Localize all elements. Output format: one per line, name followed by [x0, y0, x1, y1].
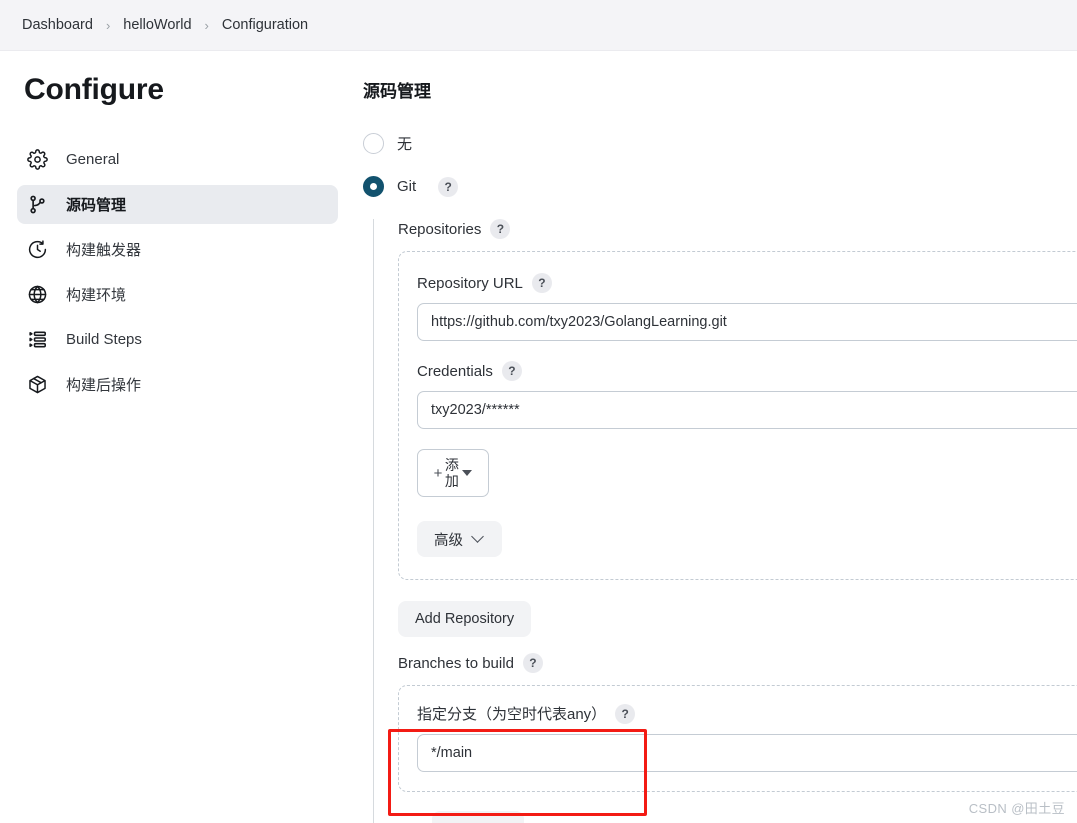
sidebar-item-label: 构建后操作: [66, 377, 142, 394]
sidebar: Configure General 源码管理 构建触发器 构建环境 Build …: [0, 51, 355, 823]
add-credentials-label: 添加: [444, 456, 459, 489]
add-repository-button[interactable]: Add Repository: [398, 601, 532, 637]
help-icon-credentials[interactable]: ?: [501, 361, 522, 381]
git-branch-icon: [26, 194, 48, 216]
add-credentials-button[interactable]: + 添加: [417, 449, 489, 497]
plus-icon: +: [433, 464, 443, 482]
repositories-label-row: Repositories ?: [398, 219, 1077, 239]
advanced-button[interactable]: 高级: [417, 521, 502, 557]
sidebar-item-label: General: [66, 151, 120, 168]
sidebar-item-label: 构建触发器: [66, 242, 142, 259]
repository-url-label-row: Repository URL ?: [417, 273, 1077, 293]
help-icon-branch-specifier[interactable]: ?: [615, 703, 636, 724]
sidebar-item-general[interactable]: General: [17, 140, 338, 179]
sidebar-item-post-build-actions[interactable]: 构建后操作: [17, 365, 338, 404]
sidebar-item-build-steps[interactable]: Build Steps: [17, 320, 338, 359]
help-icon-repository-url[interactable]: ?: [531, 273, 552, 293]
scm-option-label: Git: [397, 178, 417, 195]
branches-label-row: Branches to build ?: [398, 653, 1077, 673]
sidebar-item-build-triggers[interactable]: 构建触发器: [17, 230, 338, 269]
clock-icon: [26, 239, 48, 261]
repository-url-label: Repository URL: [417, 274, 523, 292]
breadcrumb-item-configuration[interactable]: Configuration: [216, 14, 314, 36]
sidebar-item-label: Build Steps: [66, 331, 142, 348]
help-icon-repositories[interactable]: ?: [490, 219, 511, 239]
radio-git[interactable]: [363, 176, 384, 197]
help-icon-branches[interactable]: ?: [522, 653, 543, 673]
section-title: 源码管理: [363, 82, 431, 101]
sidebar-item-label: 构建环境: [66, 287, 127, 304]
branches-label: Branches to build: [398, 654, 514, 672]
add-repository-label: Add Repository: [415, 611, 515, 627]
breadcrumb: Dashboard › helloWorld › Configuration: [0, 0, 1077, 51]
branch-specifier-field: 指定分支（为空时代表any） ?: [417, 703, 1077, 772]
help-icon-git[interactable]: ?: [438, 176, 459, 197]
gear-icon: [26, 149, 48, 171]
git-configuration-section: Repositories ? Repository URL ? Credenti…: [373, 219, 1077, 823]
sidebar-item-label: 源码管理: [66, 197, 127, 214]
scm-option-label: 无: [397, 136, 413, 153]
main-content: 源码管理 无 Git ? Repositories ? Repository U…: [355, 51, 1077, 823]
branch-panel: 指定分支（为空时代表any） ?: [398, 685, 1077, 792]
advanced-label: 高级: [434, 532, 463, 549]
repositories-label: Repositories: [398, 220, 482, 238]
branch-specifier-input[interactable]: [417, 734, 1077, 772]
breadcrumb-item-helloworld[interactable]: helloWorld: [117, 14, 197, 36]
radio-none[interactable]: [363, 133, 384, 154]
credentials-field: Credentials ?: [417, 361, 1077, 429]
branch-specifier-label: 指定分支（为空时代表any）: [417, 706, 607, 723]
list-steps-icon: [26, 329, 48, 351]
page-body: Configure General 源码管理 构建触发器 构建环境 Build …: [0, 51, 1077, 823]
add-branch-button[interactable]: [432, 811, 524, 823]
credentials-label-row: Credentials ?: [417, 361, 1077, 381]
chevron-down-icon: [472, 531, 485, 544]
breadcrumb-item-dashboard[interactable]: Dashboard: [16, 14, 99, 36]
breadcrumb-separator-icon: ›: [204, 17, 209, 33]
package-icon: [26, 374, 48, 396]
sidebar-item-build-environment[interactable]: 构建环境: [17, 275, 338, 314]
repository-panel: Repository URL ? Credentials ? + 添加: [398, 251, 1077, 580]
credentials-select[interactable]: [417, 391, 1077, 429]
scm-option-git[interactable]: Git ?: [363, 176, 1077, 197]
branch-specifier-label-row: 指定分支（为空时代表any） ?: [417, 703, 1077, 724]
page-title: Configure: [24, 73, 164, 106]
scm-option-none[interactable]: 无: [363, 133, 1077, 154]
globe-icon: [26, 284, 48, 306]
watermark: CSDN @田土豆: [968, 801, 1065, 816]
repository-url-field: Repository URL ?: [417, 273, 1077, 341]
caret-down-icon: [462, 470, 473, 476]
repository-url-input[interactable]: [417, 303, 1077, 341]
sidebar-item-source-code-management[interactable]: 源码管理: [17, 185, 338, 224]
credentials-label: Credentials: [417, 362, 493, 380]
breadcrumb-separator-icon: ›: [105, 17, 111, 33]
